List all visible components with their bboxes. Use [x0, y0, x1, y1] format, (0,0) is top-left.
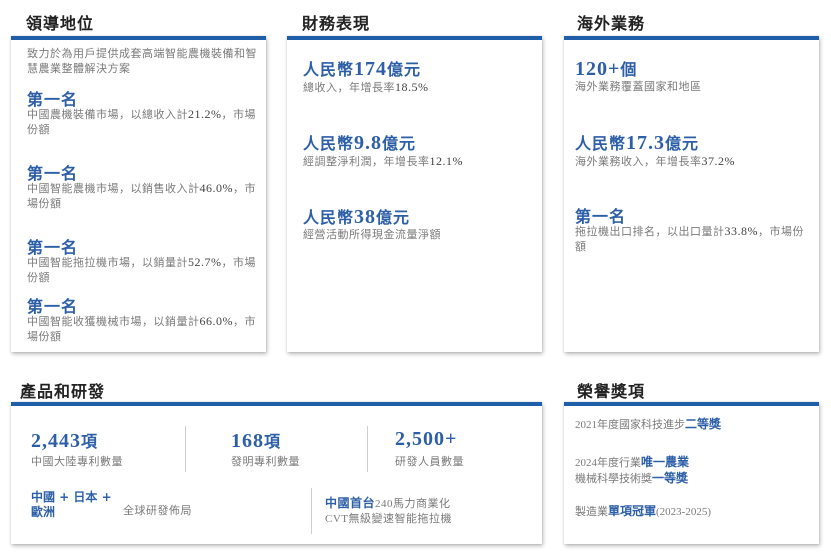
products-rd-staff: 2,500+: [395, 428, 458, 450]
honors-item-2: 2024年度行業唯一農業 機械科學技術獎一等獎: [575, 455, 690, 485]
leadership-card: 致力於為用戶提供成套高端智能農機裝備和智慧農業整體解決方案 第一名 中國農機裝備…: [11, 36, 266, 352]
leadership-desc-4: 中國智能收獲機械市場，以銷量計66.0%，市場份額: [27, 314, 256, 343]
financial-revenue-desc: 總收入，年增長率18.5%: [303, 80, 429, 94]
financial-cashflow: 人民幣38億元: [303, 206, 411, 228]
leadership-title: 領導地位: [26, 14, 95, 33]
overseas-title: 海外業務: [577, 14, 646, 33]
financial-net-profit-desc: 經調整淨利潤，年增長率12.1%: [303, 154, 463, 168]
financial-title: 財務表現: [302, 14, 371, 33]
products-first-cvt: 中國首台240馬力商業化 CVT無級變速智能拖拉機: [325, 496, 452, 525]
honors-item-1: 2021年度國家科技進步二等獎: [575, 417, 722, 431]
products-patents-cn: 2,443項: [31, 430, 99, 452]
products-card: 2,443項 中國大陸專利數量 168項 發明專利數量 2,500+ 研發人員數…: [11, 402, 542, 544]
products-patents-cn-label: 中國大陸專利數量: [31, 456, 123, 468]
products-divider-1: [185, 426, 186, 472]
products-patents-invention-label: 發明專利數量: [231, 456, 300, 468]
overseas-rank-desc: 拖拉機出口排名，以出口量計33.8%，市場份額: [575, 224, 804, 253]
leadership-desc-1: 中國農機裝備市場，以總收入計21.2%，市場份額: [27, 107, 256, 136]
financial-cashflow-desc: 經營活動所得現金流量淨額: [303, 229, 441, 241]
products-divider-3: [311, 488, 312, 534]
overseas-count: 120+個: [575, 58, 638, 80]
overseas-revenue: 人民幣17.3億元: [575, 132, 700, 154]
honors-card: 2021年度國家科技進步二等獎 2024年度行業唯一農業 機械科學技術獎一等獎 …: [564, 402, 819, 544]
honors-title: 榮譽獎項: [577, 382, 646, 401]
leadership-desc-3: 中國智能拖拉機市場，以銷量計52.7%，市場份額: [27, 255, 256, 284]
financial-revenue: 人民幣174億元: [303, 58, 422, 80]
honors-item-3: 製造業單項冠軍(2023-2025): [575, 504, 712, 518]
products-rd-staff-label: 研發人員數量: [395, 456, 464, 468]
financial-net-profit: 人民幣9.8億元: [303, 132, 417, 154]
products-global-label: 全球研發佈局: [123, 505, 192, 517]
leadership-desc-2: 中國智能農機市場，以銷售收入計46.0%，市場份額: [27, 181, 256, 210]
products-global-regions: 中國 + 日本 + 歐洲: [31, 490, 112, 519]
products-title: 產品和研發: [20, 382, 106, 401]
leadership-intro: 致力於為用戶提供成套高端智能農機裝備和智慧農業整體解決方案: [27, 48, 257, 75]
products-patents-invention: 168項: [231, 430, 282, 452]
products-divider-2: [367, 426, 368, 472]
overseas-card: 120+個 海外業務覆蓋國家和地區 人民幣17.3億元 海外業務收入，年增長率3…: [564, 36, 819, 352]
overseas-count-desc: 海外業務覆蓋國家和地區: [575, 81, 702, 93]
financial-card: 人民幣174億元 總收入，年增長率18.5% 人民幣9.8億元 經調整淨利潤，年…: [287, 36, 542, 352]
overseas-revenue-desc: 海外業務收入，年增長率37.2%: [575, 154, 735, 168]
